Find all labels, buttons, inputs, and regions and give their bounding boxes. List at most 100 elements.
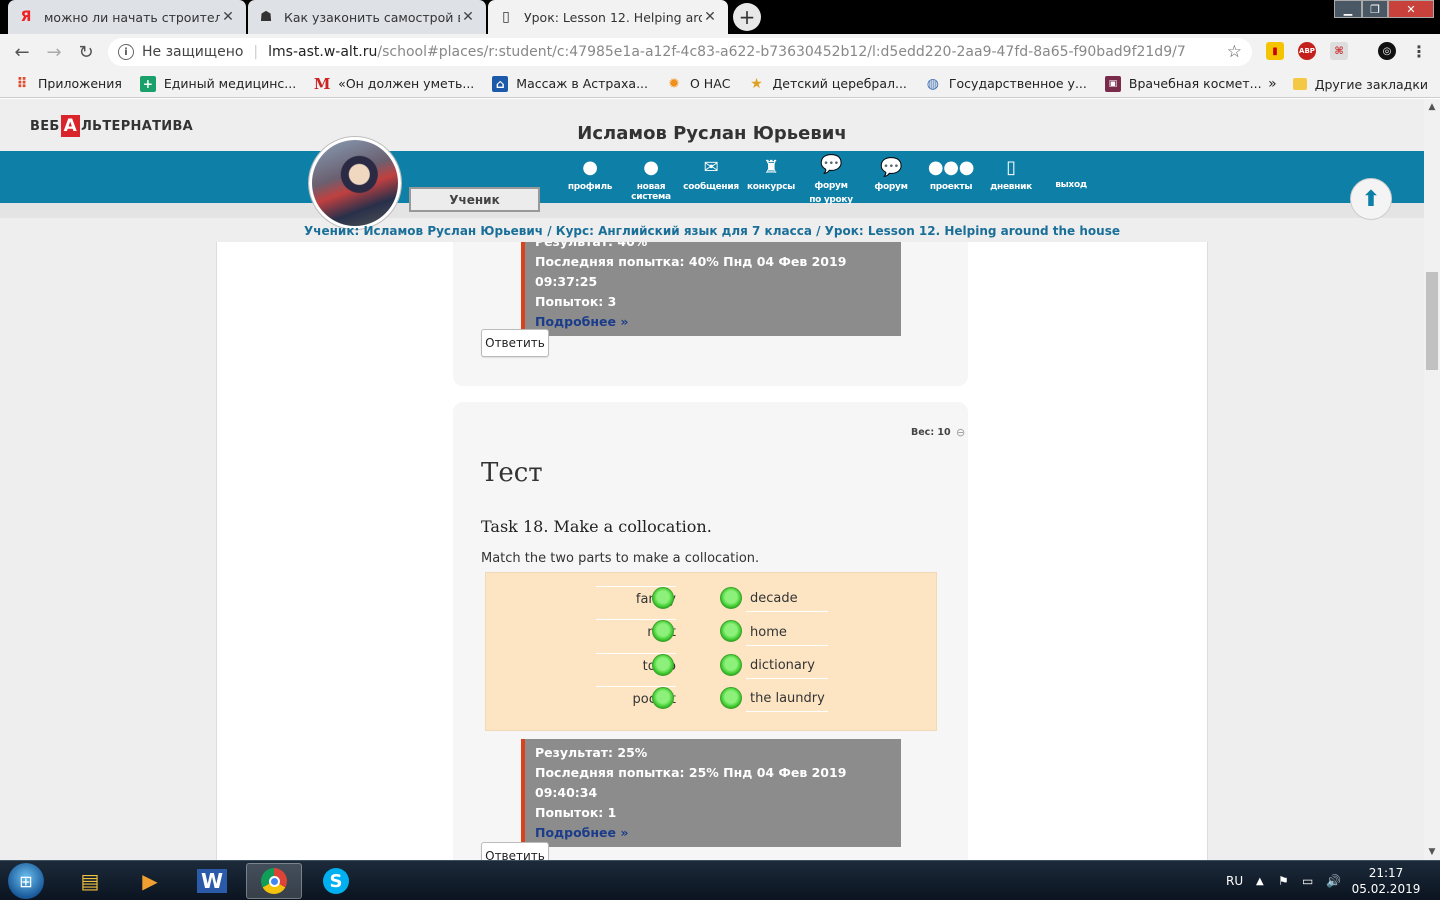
bookmark-item[interactable]: M «Он должен уметь...: [313, 74, 474, 93]
nav-messages[interactable]: ✉ сообщения: [677, 157, 745, 192]
prev-result-box: Результат: 40% Последняя попытка: 40% Пн…: [521, 242, 901, 336]
avatar[interactable]: [309, 137, 401, 229]
match-left-connector[interactable]: [652, 687, 674, 709]
more-bookmarks-button[interactable]: »: [1268, 76, 1277, 92]
scroll-down-arrow-icon[interactable]: ▼: [1424, 844, 1440, 860]
bookmark-item[interactable]: ◍ Государственное у...: [925, 76, 1087, 92]
new-tab-button[interactable]: +: [733, 3, 761, 31]
nav-forum[interactable]: 💬 форум: [857, 157, 925, 192]
menu-kebab-icon[interactable]: ⋮: [1410, 42, 1428, 61]
star-icon: ★: [750, 75, 763, 92]
minimize-button[interactable]: ▁: [1334, 0, 1362, 18]
nav-profile[interactable]: ● профиль: [556, 157, 624, 192]
trophy-icon: ♜: [763, 157, 779, 178]
page-favicon-icon: ▯: [502, 9, 510, 25]
match-right-connector[interactable]: [720, 587, 742, 609]
windows-start-icon[interactable]: ⊞: [8, 863, 44, 899]
pdf-extension-icon[interactable]: ⌘: [1330, 42, 1348, 60]
url-path: /school#places/r:student/c:47985e1a-a12f…: [377, 44, 1186, 60]
match-right-connector[interactable]: [720, 620, 742, 642]
prev-result-line: Результат: 40%: [535, 242, 891, 252]
match-left-connector[interactable]: [652, 654, 674, 676]
explorer-folder-icon[interactable]: ▤: [62, 863, 118, 899]
page-scrollbar[interactable]: ▲ ▼: [1424, 99, 1440, 860]
folder-icon: [1292, 78, 1307, 90]
browser-tab-2[interactable]: ☗ Как узаконить самострой в 2019 ✕: [248, 0, 486, 34]
url-host: lms-ast.w-alt.ru: [268, 44, 378, 60]
match-left-connector[interactable]: [652, 587, 674, 609]
action-center-flag-icon[interactable]: ⚑: [1278, 861, 1289, 900]
skype-app-icon[interactable]: S: [308, 863, 364, 899]
tray-expand-icon[interactable]: ▲: [1256, 861, 1264, 900]
task-instruction: Match the two parts to make a collocatio…: [481, 551, 760, 566]
details-link[interactable]: Подробнее »: [535, 825, 628, 840]
close-tab-icon[interactable]: ✕: [220, 9, 236, 25]
nav-contests[interactable]: ♜ конкурсы: [737, 157, 805, 192]
adblock-extension-icon[interactable]: ABP: [1298, 42, 1316, 60]
language-indicator[interactable]: RU: [1226, 861, 1243, 900]
bookmark-site-icon: ⌂: [492, 75, 509, 92]
nav-lesson-forum[interactable]: 💬 форум по уроку: [797, 154, 865, 207]
close-window-button[interactable]: ✕: [1388, 0, 1434, 18]
prev-details-link[interactable]: Подробнее »: [535, 314, 628, 329]
breadcrumb-student[interactable]: Ученик: Исламов Руслан Юрьевич: [304, 224, 543, 238]
bookmark-apps[interactable]: ⠿ Приложения: [14, 76, 122, 92]
extension-flag-icon[interactable]: ▮: [1266, 42, 1284, 60]
match-right-item[interactable]: decade: [746, 586, 828, 612]
bookmark-item[interactable]: ★ Детский церебрал...: [748, 75, 907, 92]
nav-projects[interactable]: ●●● проекты: [917, 157, 985, 192]
result-box: Результат: 25% Последняя попытка: 25% Пн…: [521, 739, 901, 847]
match-right-item[interactable]: home: [746, 620, 828, 646]
breadcrumb-lesson[interactable]: Урок: Lesson 12. Helping around the hous…: [825, 224, 1120, 238]
other-bookmarks[interactable]: Другие закладки: [1315, 77, 1428, 92]
close-tab-icon[interactable]: ✕: [702, 9, 718, 25]
network-icon[interactable]: ▭: [1302, 861, 1313, 900]
match-left-connector[interactable]: [652, 620, 674, 642]
link-icon[interactable]: ⊖: [956, 426, 965, 439]
result-line: Результат: 25%: [535, 745, 648, 760]
system-clock[interactable]: 21:17 05.02.2019: [1350, 865, 1422, 897]
match-right-item[interactable]: dictionary: [746, 653, 828, 679]
match-right-connector[interactable]: [720, 687, 742, 709]
scroll-top-arrow-icon[interactable]: ⬆: [1350, 178, 1392, 220]
nav-new-system[interactable]: ● новая система: [617, 157, 685, 202]
person-icon: ●: [582, 157, 598, 178]
back-arrow-icon[interactable]: ←: [6, 36, 38, 68]
info-icon[interactable]: i: [118, 44, 134, 60]
book-icon: ▯: [1006, 157, 1016, 178]
nav-exit[interactable]: выход: [1037, 180, 1105, 190]
nav-diary[interactable]: ▯ дневник: [977, 157, 1045, 192]
prev-answer-button[interactable]: Ответить: [481, 329, 549, 357]
chrome-app-icon[interactable]: [246, 863, 302, 899]
gmail-icon: M: [313, 74, 331, 93]
match-right-item[interactable]: the laundry: [746, 686, 828, 712]
person-icon: ●: [643, 157, 659, 178]
bookmark-item[interactable]: + Единый медицинс...: [139, 75, 296, 92]
volume-icon[interactable]: 🔊: [1326, 861, 1341, 900]
match-right-connector[interactable]: [720, 654, 742, 676]
account-extension-icon[interactable]: ◎: [1378, 42, 1396, 60]
forward-arrow-icon[interactable]: →: [38, 36, 70, 68]
breadcrumb-course[interactable]: Курс: Английский язык для 7 класса: [556, 224, 812, 238]
bookmark-item[interactable]: ✹ О НАС: [666, 76, 730, 92]
reload-icon[interactable]: ↻: [70, 36, 102, 68]
browser-tab-1[interactable]: Я можно ли начать строительство ✕: [8, 0, 246, 34]
yandex-favicon-icon: Я: [20, 9, 32, 25]
tab-title: Урок: Lesson 12. Helping around: [524, 9, 702, 25]
bookmark-star-icon[interactable]: ☆: [1227, 42, 1242, 62]
media-player-icon[interactable]: ▶: [122, 863, 178, 899]
tab-title: можно ли начать строительство: [44, 9, 220, 25]
security-label: Не защищено: [142, 44, 244, 60]
answer-button[interactable]: Ответить: [481, 842, 549, 860]
address-bar[interactable]: i Не защищено | lms-ast.w-alt.ru/school#…: [108, 38, 1252, 66]
bookmark-item[interactable]: ▣ Врачебная космет...: [1104, 75, 1262, 92]
browser-tab-3-active[interactable]: ▯ Урок: Lesson 12. Helping around ✕: [488, 0, 728, 34]
maximize-button[interactable]: ❐: [1362, 0, 1388, 18]
scroll-up-arrow-icon[interactable]: ▲: [1424, 99, 1440, 115]
scrollbar-thumb[interactable]: [1426, 272, 1438, 370]
bookmark-item[interactable]: ⌂ Массаж в Астраха...: [492, 75, 648, 92]
close-tab-icon[interactable]: ✕: [460, 9, 476, 25]
photo-icon: ▣: [1104, 75, 1121, 92]
group-icon: ●●●: [927, 157, 975, 178]
word-app-icon[interactable]: W: [184, 863, 240, 899]
